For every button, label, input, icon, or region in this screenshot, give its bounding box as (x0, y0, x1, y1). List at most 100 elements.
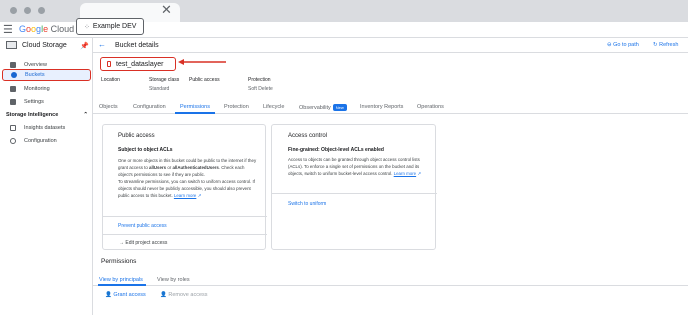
sidebar-section-storage-intelligence[interactable]: Storage Intelligence ⌃ (6, 112, 88, 118)
card-body: Access to objects can be granted through… (288, 156, 433, 177)
go-to-path-label: Go to path (613, 42, 639, 48)
sidebar-item-label: Monitoring (24, 86, 50, 92)
monitoring-icon (10, 86, 16, 92)
refresh-label: Refresh (659, 42, 679, 48)
meta-public-access: Public access (189, 77, 220, 83)
page-title: Bucket details (115, 42, 159, 49)
refresh-icon: ↻ (653, 42, 658, 48)
tab-permissions[interactable]: Permissions (180, 104, 210, 110)
storage-class-label: Storage class (149, 77, 180, 83)
refresh-button[interactable]: ↻ Refresh (653, 42, 678, 48)
sidebar-item-settings[interactable]: Settings (2, 96, 91, 108)
app-frame: ✕ ☰ Google Cloud ⁘ Example DEV Cloud Sto… (0, 0, 688, 315)
tab-objects[interactable]: Objects (99, 104, 118, 110)
sidebar-item-label: Overview (24, 62, 47, 68)
divider (103, 234, 267, 235)
project-name: Example DEV (92, 23, 137, 30)
sidebar-item-label: Insights datasets (24, 125, 66, 131)
card-subtitle: Subject to object ACLs (118, 147, 173, 153)
cloud-storage-icon (6, 41, 17, 49)
tab-view-by-roles[interactable]: View by roles (157, 277, 190, 283)
switch-to-uniform-button[interactable]: Switch to uniform (288, 201, 326, 207)
tab-lifecycle[interactable]: Lifecycle (263, 104, 284, 110)
sidebar-item-buckets[interactable]: Buckets (2, 69, 91, 81)
active-tab-indicator (175, 112, 215, 114)
permissions-heading: Permissions (101, 258, 137, 265)
access-control-card: Access control Fine-grained: Object-leve… (271, 124, 437, 250)
grant-access-button[interactable]: 👤 Grant access (105, 292, 146, 298)
window-close-dot[interactable] (10, 7, 17, 14)
go-to-path-button[interactable]: ⊖ Go to path (607, 42, 639, 48)
window-controls (10, 7, 45, 14)
tab-observability-label: Observability (299, 104, 331, 111)
prevent-public-access-button[interactable]: Prevent public access (118, 223, 167, 229)
meta-storage-class: Storage class Standard (149, 77, 179, 92)
sidebar-item-label: Buckets (25, 72, 45, 78)
page-header: ← Bucket details ⊖ Go to path ↻ Refresh (93, 38, 688, 53)
settings-gear-icon (10, 99, 16, 105)
main-content: ← Bucket details ⊖ Go to path ↻ Refresh … (93, 38, 688, 315)
permissions-tabs: View by principals View by roles (93, 274, 688, 286)
logo-cloud-text: Cloud (50, 24, 75, 34)
tab-configuration[interactable]: Configuration (133, 104, 166, 110)
grant-access-label: Grant access (113, 292, 146, 298)
remove-access-button[interactable]: 👤 Remove access (160, 292, 208, 298)
public-access-label: Public access (189, 77, 220, 83)
meta-protection: Protection Soft Delete (248, 77, 273, 92)
tab-view-by-principals[interactable]: View by principals (99, 277, 143, 283)
tab-observability[interactable]: Observability New (299, 104, 347, 111)
sidebar-item-label: Settings (24, 99, 44, 105)
project-selector[interactable]: ⁘ Example DEV (76, 18, 145, 35)
edit-project-access-label: Edit project access (125, 240, 168, 246)
person-remove-icon: 👤 (160, 292, 167, 298)
window-maximize-dot[interactable] (38, 7, 45, 14)
all-users-text: allUsers (149, 165, 167, 170)
new-badge: New (332, 104, 347, 111)
sidebar: Cloud Storage 📌 Overview Buckets Monitor… (0, 38, 93, 315)
bucket-name: test_dataslayer (116, 60, 164, 68)
card-title: Public access (118, 133, 155, 139)
buckets-icon (11, 72, 17, 78)
back-arrow-icon[interactable]: ← (98, 40, 106, 49)
google-cloud-logo[interactable]: Google Cloud (19, 24, 74, 34)
learn-more-link[interactable]: Learn more (394, 171, 416, 176)
tab-inventory-reports[interactable]: Inventory Reports (360, 104, 403, 110)
section-label: Storage Intelligence (6, 112, 59, 118)
active-tab-indicator (98, 284, 146, 286)
annotation-arrow-icon (178, 59, 226, 65)
hamburger-menu-icon[interactable]: ☰ (3, 23, 13, 36)
public-access-card: Public access Subject to object ACLs One… (102, 124, 267, 250)
external-link-icon: ↗ (417, 171, 422, 176)
configuration-icon (10, 138, 16, 144)
storage-class-value: Standard (149, 86, 170, 92)
overview-icon (10, 62, 16, 68)
sidebar-item-insights-datasets[interactable]: Insights datasets (2, 122, 91, 134)
bucket-tabs: Objects Configuration Permissions Protec… (93, 100, 688, 114)
protection-value: Soft Delete (248, 86, 273, 92)
remove-access-label: Remove access (168, 292, 208, 298)
all-authenticated-users-text: allAuthenticatedUsers (172, 165, 219, 170)
pin-icon[interactable]: 📌 (80, 42, 89, 50)
card-subtitle: Fine-grained: Object-level ACLs enabled (288, 147, 384, 153)
insights-icon (10, 125, 16, 131)
tab-protection[interactable]: Protection (224, 104, 249, 110)
location-label: Location (101, 77, 120, 83)
sidebar-header: Cloud Storage (6, 41, 67, 49)
tab-operations[interactable]: Operations (417, 104, 444, 110)
sidebar-item-configuration[interactable]: Configuration (2, 135, 91, 147)
bucket-icon (107, 61, 111, 67)
card-body: One or more objects in this bucket could… (118, 157, 260, 199)
person-add-icon: 👤 (105, 292, 112, 298)
sidebar-item-monitoring[interactable]: Monitoring (2, 83, 91, 95)
close-tab-icon[interactable]: ✕ (161, 3, 172, 17)
chevron-up-icon[interactable]: ⌃ (83, 112, 88, 118)
sidebar-title: Cloud Storage (22, 41, 67, 49)
divider (272, 193, 437, 194)
sidebar-item-label: Configuration (24, 138, 57, 144)
learn-more-link[interactable]: Learn more (174, 193, 196, 198)
bucket-name-highlight: test_dataslayer (100, 57, 176, 71)
window-minimize-dot[interactable] (24, 7, 31, 14)
project-icon: ⁘ (84, 23, 90, 31)
edit-project-access-button[interactable]: → Edit project access (119, 240, 167, 246)
card-title: Access control (288, 133, 328, 139)
